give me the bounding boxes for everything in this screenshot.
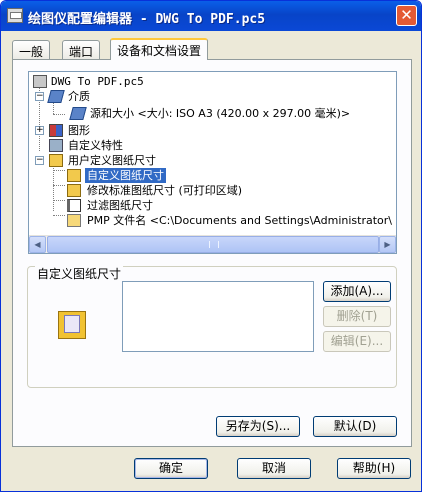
paper-source-icon (69, 107, 87, 120)
plotter-config-dialog: 绘图仪配置编辑器 - DWG To PDF.pc5 ✕ 一般 端口 设备和文档设… (0, 0, 422, 492)
scroll-left-button[interactable]: ◀ (29, 236, 46, 253)
tab-ports[interactable]: 端口 (62, 40, 101, 59)
collapse-icon[interactable]: − (35, 92, 44, 101)
modify-paper-icon (67, 184, 81, 197)
cancel-button[interactable]: 取消 (237, 458, 311, 479)
tree-item-label: PMP 文件名 <C:\Documents and Settings\Admin… (87, 214, 392, 227)
settings-tree[interactable]: DWG To PDF.pc5 − 介质 源和大小 <大小: ISO A3 (42… (28, 71, 397, 254)
scroll-right-button[interactable]: ▶ (379, 236, 396, 253)
help-button[interactable]: 帮助(H) (337, 458, 411, 479)
printer-icon (33, 75, 47, 88)
close-button[interactable]: ✕ (396, 5, 417, 26)
custom-paper-size-icon (67, 169, 81, 182)
custom-paper-size-icon (58, 311, 88, 341)
graphics-icon (49, 124, 63, 137)
tab-device-document-settings[interactable]: 设备和文档设置 (110, 38, 209, 60)
window-title: 绘图仪配置编辑器 - DWG To PDF.pc5 (28, 12, 266, 27)
group-title: 自定义图纸尺寸 (35, 265, 124, 282)
tab-panel: DWG To PDF.pc5 − 介质 源和大小 <大小: ISO A3 (42… (12, 59, 412, 447)
delete-button[interactable]: 删除(T) (323, 306, 391, 327)
tree-item-label: 自定义特性 (68, 139, 123, 152)
title-bar[interactable]: 绘图仪配置编辑器 - DWG To PDF.pc5 ✕ (1, 1, 421, 31)
user-defined-paper-icon (49, 154, 63, 167)
tree-item-label: 修改标准图纸尺寸 (可打印区域) (87, 184, 243, 197)
media-icon (47, 90, 65, 103)
add-button[interactable]: 添加(A)... (323, 281, 391, 302)
plotter-app-icon (7, 8, 23, 23)
ok-button[interactable]: 确定 (134, 458, 208, 479)
expand-icon[interactable]: + (35, 126, 44, 135)
default-button[interactable]: 默认(D) (313, 416, 397, 437)
scroll-thumb[interactable] (47, 236, 379, 253)
tree-item-label: DWG To PDF.pc5 (51, 75, 144, 88)
tree-item-label: 介质 (68, 90, 90, 103)
horizontal-scrollbar[interactable]: ◀ ▶ (29, 235, 396, 253)
tree-item-label: 自定义图纸尺寸 (85, 168, 166, 183)
tree-item-label: 源和大小 <大小: ISO A3 (420.00 x 297.00 毫米)> (90, 107, 351, 120)
edit-button[interactable]: 编辑(E)... (323, 331, 391, 352)
save-as-button[interactable]: 另存为(S)... (216, 416, 300, 437)
paper-size-list[interactable] (122, 281, 314, 352)
custom-properties-icon (49, 139, 63, 152)
tab-general[interactable]: 一般 (12, 40, 51, 59)
collapse-icon[interactable]: − (35, 156, 44, 165)
custom-paper-size-group: 自定义图纸尺寸 添加(A)... 删除(T) 编辑(E)... (27, 265, 397, 388)
tree-item-label: 用户定义图纸尺寸 (68, 154, 156, 167)
filter-paper-icon (67, 199, 81, 212)
tree-item-label: 过滤图纸尺寸 (87, 199, 153, 212)
tree-item-label: 图形 (68, 124, 90, 137)
pmp-file-icon (67, 214, 81, 227)
grip-icon (209, 241, 219, 248)
